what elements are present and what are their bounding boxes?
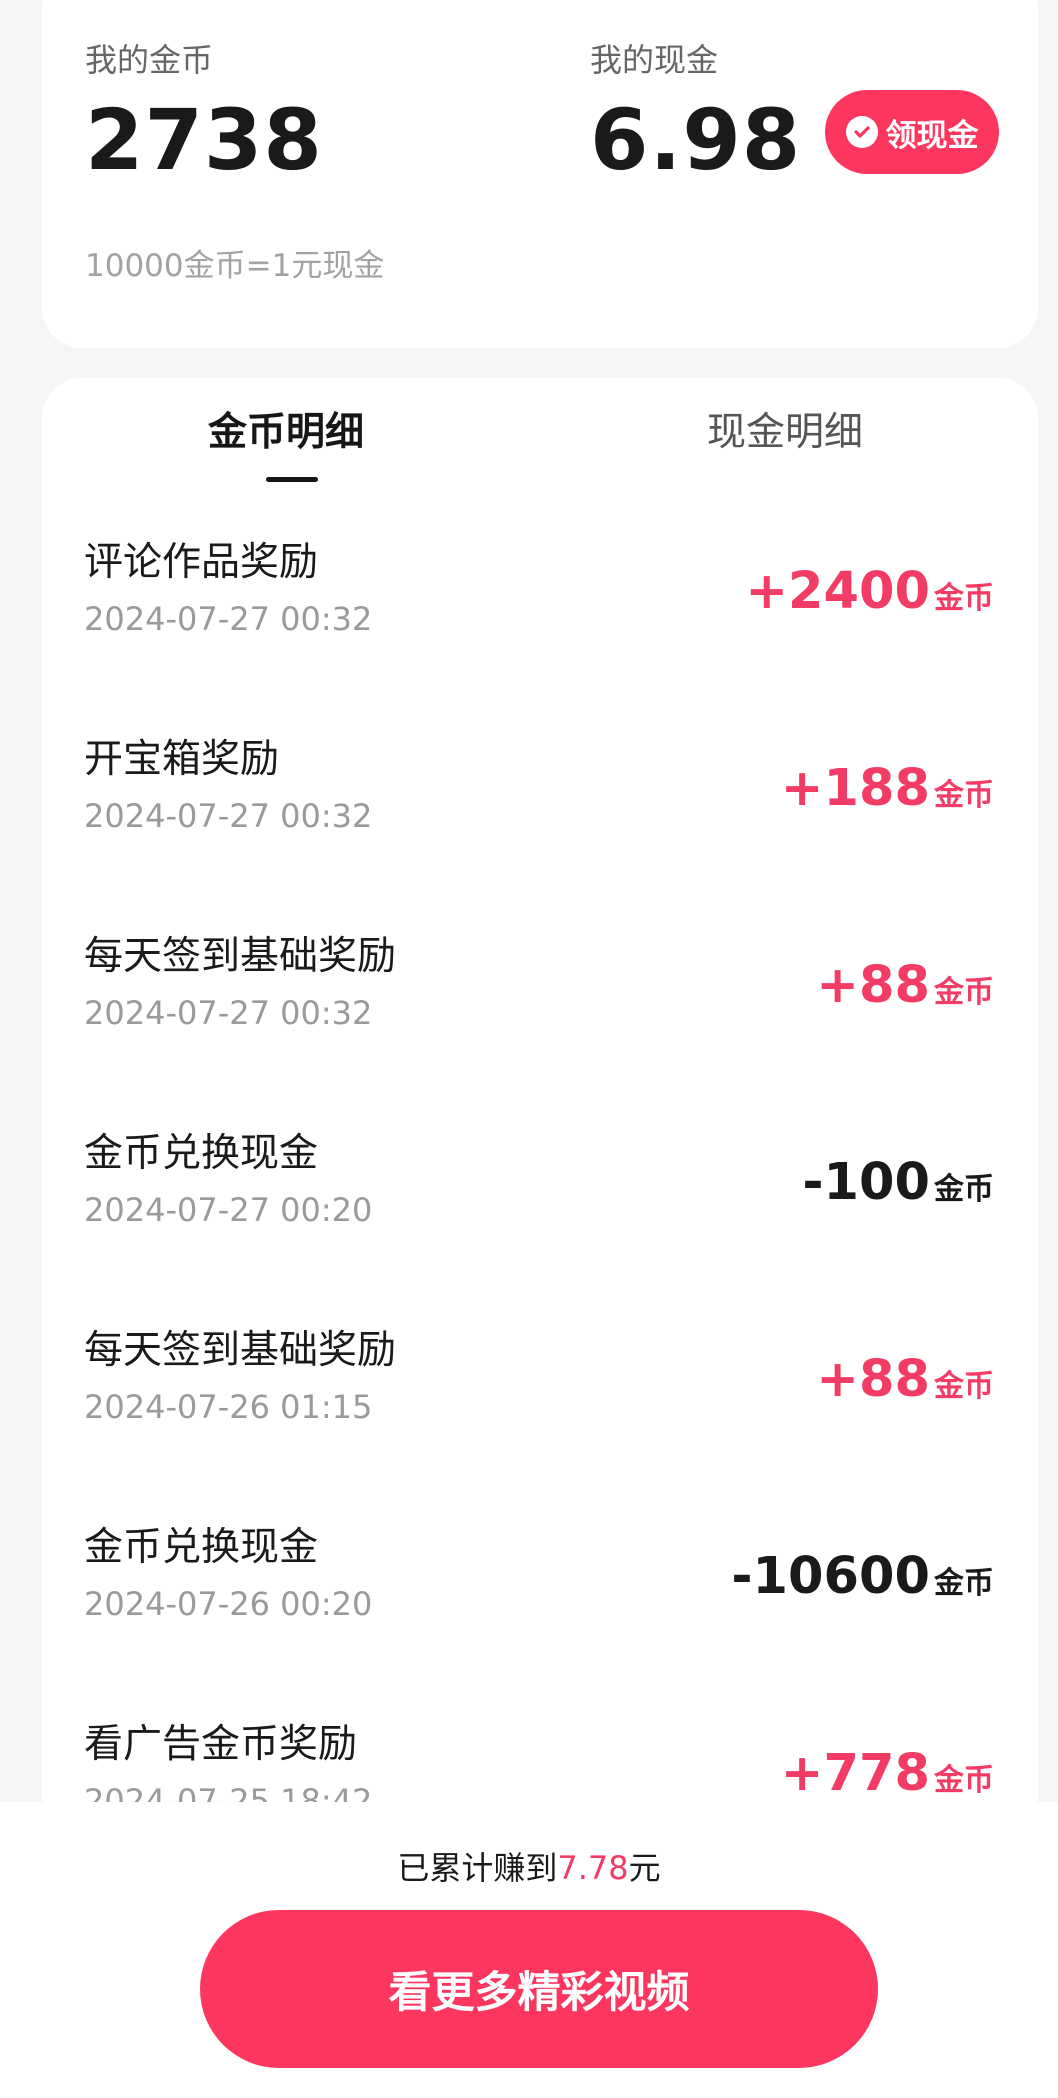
amount-unit: 金币 — [934, 975, 994, 1010]
amount-unit: 金币 — [934, 1566, 994, 1601]
record-amount: +778 金币 — [781, 1744, 994, 1804]
record-time: 2024-07-27 00:32 — [84, 600, 373, 638]
record-time: 2024-07-27 00:20 — [84, 1191, 373, 1229]
amount-value: +88 — [816, 1350, 930, 1409]
amount-unit: 金币 — [934, 1172, 994, 1207]
cash-label: 我的现金 — [590, 41, 719, 79]
cash-value: 6.98 — [590, 91, 802, 189]
coins-balance: 我的金币 2738 — [85, 40, 323, 188]
list-item: 每天签到基础奖励 2024-07-27 00:32 +88 金币 — [42, 930, 1038, 1127]
amount-value: -10600 — [731, 1547, 930, 1606]
earned-prefix: 已累计赚到 — [397, 1849, 558, 1887]
list-item: 每天签到基础奖励 2024-07-26 01:15 +88 金币 — [42, 1324, 1038, 1521]
claim-cash-button[interactable]: 领现金 — [825, 90, 999, 174]
amount-unit: 金币 — [934, 778, 994, 813]
amount-unit: 金币 — [934, 581, 994, 616]
amount-value: -100 — [802, 1153, 930, 1212]
list-item: 金币兑换现金 2024-07-26 00:20 -10600 金币 — [42, 1521, 1038, 1718]
list-item: 评论作品奖励 2024-07-27 00:32 +2400 金币 — [42, 536, 1038, 733]
earned-suffix: 元 — [628, 1849, 661, 1887]
wechat-pay-icon — [845, 116, 878, 148]
total-earned-text: 已累计赚到7.78元 — [0, 1846, 1058, 1890]
record-time: 2024-07-26 01:15 — [84, 1388, 373, 1426]
claim-cash-label: 领现金 — [885, 117, 979, 154]
detail-tabs: 金币明细 现金明细 — [42, 378, 1038, 488]
list-item: 开宝箱奖励 2024-07-27 00:32 +188 金币 — [42, 733, 1038, 930]
amount-value: +188 — [780, 759, 930, 818]
watch-more-videos-button[interactable]: 看更多精彩视频 — [200, 1910, 878, 2068]
record-title: 看广告金币奖励 — [84, 1722, 358, 1767]
record-amount: +88 金币 — [816, 956, 994, 1016]
record-title: 每天签到基础奖励 — [84, 934, 397, 979]
amount-value: +88 — [816, 956, 930, 1015]
exchange-rate-text: 10000金币=1元现金 — [85, 248, 385, 284]
record-time: 2024-07-27 00:32 — [84, 994, 373, 1032]
amount-unit: 金币 — [934, 1369, 994, 1404]
record-amount: +2400 金币 — [745, 562, 994, 622]
amount-value: +778 — [780, 1744, 930, 1803]
balance-card: 我的金币 2738 我的现金 6.98 领现金 10000金币=1元现金 — [42, 0, 1038, 348]
tab-cash-details[interactable]: 现金明细 — [707, 408, 863, 458]
record-amount: -100 金币 — [802, 1153, 994, 1213]
coins-value: 2738 — [85, 91, 323, 189]
amount-value: +2400 — [745, 562, 930, 621]
list-item: 金币兑换现金 2024-07-27 00:20 -100 金币 — [42, 1127, 1038, 1324]
record-time: 2024-07-27 00:32 — [84, 797, 373, 835]
record-title: 评论作品奖励 — [84, 540, 319, 585]
active-tab-indicator — [266, 477, 318, 482]
record-amount: +88 金币 — [816, 1350, 994, 1410]
record-title: 每天签到基础奖励 — [84, 1328, 397, 1373]
record-title: 金币兑换现金 — [84, 1525, 319, 1570]
record-title: 开宝箱奖励 — [84, 737, 280, 782]
coins-label: 我的金币 — [85, 41, 214, 79]
record-title: 金币兑换现金 — [84, 1131, 319, 1176]
tab-coin-details[interactable]: 金币明细 — [208, 408, 364, 458]
amount-unit: 金币 — [934, 1763, 994, 1798]
bottom-bar: 已累计赚到7.78元 看更多精彩视频 — [0, 1802, 1058, 2098]
record-time: 2024-07-26 00:20 — [84, 1585, 373, 1623]
cash-balance: 我的现金 6.98 — [590, 40, 801, 188]
record-amount: +188 金币 — [781, 759, 994, 819]
earned-value: 7.78 — [557, 1849, 629, 1887]
record-amount: -10600 金币 — [731, 1547, 994, 1607]
